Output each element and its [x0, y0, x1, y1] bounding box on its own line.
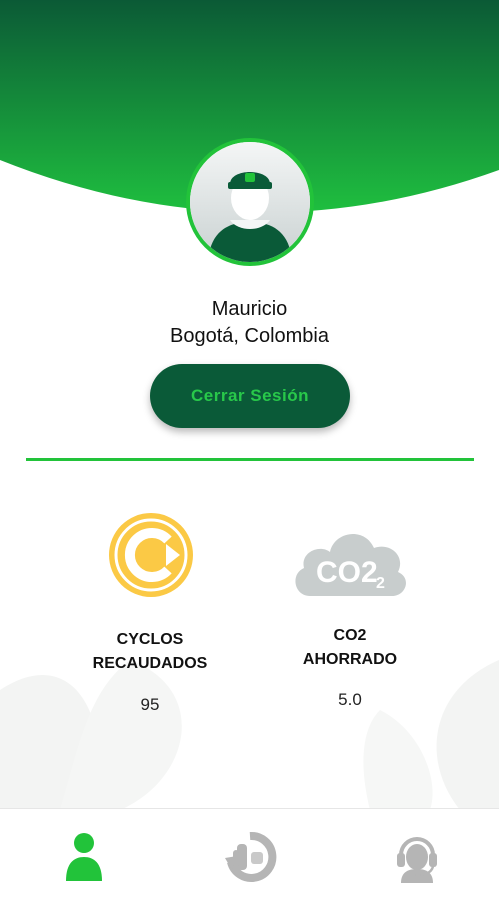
recycle-hand-icon — [225, 831, 277, 882]
co2-cloud-icon: CO2 2 — [295, 534, 406, 596]
nav-profile[interactable] — [54, 827, 114, 887]
support-headset-icon — [397, 837, 437, 883]
logout-button[interactable]: Cerrar Sesión — [150, 364, 350, 428]
cyclos-coin-icon — [109, 513, 193, 597]
profile-name: Mauricio — [211, 298, 288, 320]
stat-co2-value: 5.0 — [338, 690, 362, 709]
profile-avatar — [186, 138, 314, 266]
profile-icon — [66, 833, 102, 881]
stat-cyclos-value: 95 — [140, 695, 160, 714]
co2-cloud-label: CO2 — [316, 556, 378, 589]
nav-support[interactable] — [387, 827, 447, 887]
user-cap-avatar-icon — [190, 142, 310, 262]
bottom-navigation — [0, 808, 499, 901]
stat-co2-title: CO2 AHORRADO — [302, 627, 398, 668]
stat-cyclos-title: CYCLOS RECAUDADOS — [92, 631, 208, 672]
profile-location: Bogotá, Colombia — [170, 325, 329, 347]
nav-recycle[interactable] — [220, 827, 280, 887]
svg-text:2: 2 — [376, 575, 385, 592]
section-divider — [26, 458, 474, 461]
